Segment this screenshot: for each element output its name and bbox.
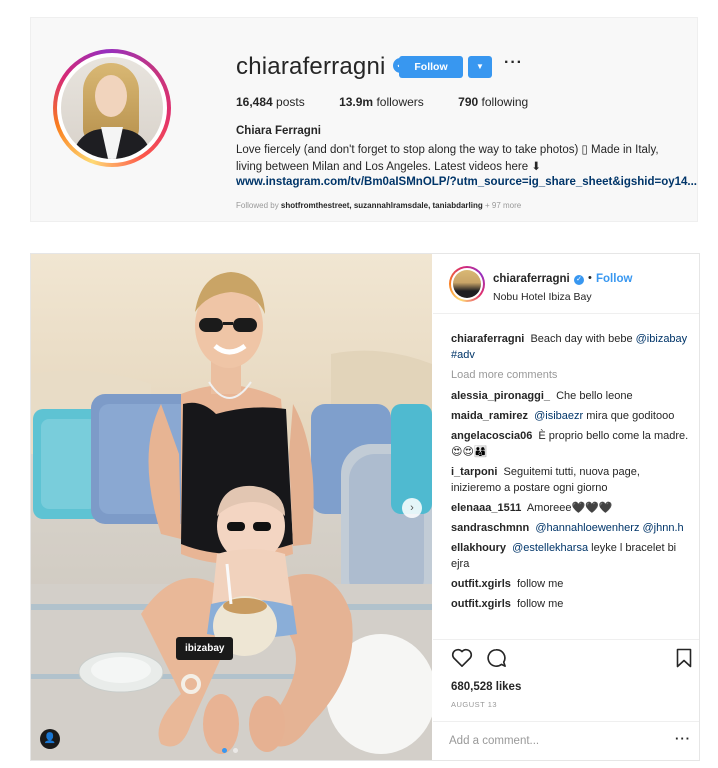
followers-stat[interactable]: 13.9m followers	[339, 95, 424, 109]
profile-link[interactable]: www.instagram.com/tv/Bm0aISMnOLP/?utm_so…	[236, 176, 697, 188]
verified-badge-icon: ✓	[574, 275, 584, 285]
comment-text: follow me	[516, 578, 564, 590]
load-more-comments-button[interactable]: Load more comments	[451, 367, 691, 383]
caption-mention[interactable]: @ibizabay	[636, 333, 688, 345]
add-comment-input[interactable]	[449, 731, 649, 751]
comment-text: mira que goditooo	[586, 410, 675, 422]
comment-item: maida_ramirez @isibaezr mira que goditoo…	[451, 408, 691, 424]
comment-text: Amoreee🖤🖤🖤	[526, 502, 613, 514]
comment-item: sandraschmnn @hannahloewenherz @jhnn.h	[451, 520, 691, 536]
user-tag-icon[interactable]: 👤	[40, 729, 60, 749]
followed-by-more[interactable]: + 97 more	[485, 201, 521, 210]
comment-text: follow me	[516, 598, 564, 610]
follow-button[interactable]: Follow	[399, 56, 463, 78]
caption-username[interactable]: chiaraferragni	[451, 333, 524, 345]
followed-by-users[interactable]: shotfromthestreet, suzannahlramsdale, ta…	[281, 201, 483, 210]
carousel-dot	[222, 748, 227, 753]
post-caption: chiaraferragni Beach day with bebe @ibiz…	[451, 331, 691, 363]
profile-photo	[61, 57, 163, 159]
caption-hashtag[interactable]: #adv	[451, 349, 475, 361]
comment-mention[interactable]: @estellekharsa	[512, 542, 588, 554]
comment-username[interactable]: sandraschmnn	[451, 522, 529, 534]
comment-username[interactable]: i_tarponi	[451, 466, 497, 478]
post-side-panel: chiaraferragni ✓ • Follow Nobu Hotel Ibi…	[433, 254, 699, 760]
post-more-options-button[interactable]: ···	[675, 731, 691, 746]
profile-header: chiaraferragni ✓ Follow ▼ ··· 16,484 pos…	[30, 17, 698, 222]
chevron-down-icon[interactable]: ▼	[468, 56, 492, 78]
comment-username[interactable]: angelacoscia06	[451, 430, 532, 442]
posts-stat: 16,484 posts	[236, 95, 305, 109]
post-photo-scene	[31, 254, 432, 760]
comment-username[interactable]: outfit.xgirls	[451, 598, 511, 610]
following-stat[interactable]: 790 following	[458, 95, 528, 109]
profile-bio: Love fiercely (and don't forget to stop …	[236, 144, 659, 173]
comment-icon[interactable]	[485, 648, 507, 668]
chevron-right-icon[interactable]: ›	[402, 498, 422, 518]
comment-username[interactable]: elenaaa_1511	[451, 502, 521, 514]
post-location[interactable]: Nobu Hotel Ibiza Bay	[493, 291, 592, 303]
post-date: AUGUST 13	[451, 700, 498, 709]
profile-full-name: Chiara Ferragni	[236, 125, 321, 137]
comment-text: Che bello leone	[556, 390, 633, 402]
caption-text: Beach day with bebe	[530, 333, 633, 345]
comment-item: elenaaa_1511 Amoreee🖤🖤🖤	[451, 500, 691, 516]
comment-username[interactable]: alessia_pironaggi_	[451, 390, 550, 402]
comment-item: i_tarponi Seguitemi tutti, nuova page, i…	[451, 464, 691, 496]
post-author-username[interactable]: chiaraferragni	[493, 273, 570, 285]
profile-username: chiaraferragni	[236, 53, 386, 80]
carousel-dot	[233, 748, 239, 753]
comment-username[interactable]: maida_ramirez	[451, 410, 528, 422]
comments-list[interactable]: chiaraferragni Beach day with bebe @ibiz…	[451, 331, 691, 635]
heart-icon[interactable]	[451, 648, 473, 668]
comment-item: angelacoscia06 È proprio bello come la m…	[451, 428, 691, 460]
more-options-button[interactable]: ···	[504, 54, 523, 72]
photo-tag-label[interactable]: ibizabay	[176, 637, 234, 660]
bookmark-icon[interactable]	[676, 648, 692, 668]
comment-item: outfit.xgirls follow me	[451, 596, 691, 612]
post-actions: 680,528 likes AUGUST 13 ···	[433, 639, 699, 759]
post-author-avatar[interactable]	[449, 266, 485, 302]
post-header: chiaraferragni ✓ • Follow Nobu Hotel Ibi…	[433, 254, 699, 314]
comment-item: alessia_pironaggi_ Che bello leone	[451, 388, 691, 404]
add-comment-section: ···	[433, 721, 699, 759]
comment-mention[interactable]: @hannahloewenherz @jhnn.h	[535, 522, 683, 534]
post-photo[interactable]: ibizabay › 👤	[31, 254, 432, 760]
likes-count[interactable]: 680,528 likes	[451, 681, 521, 693]
comment-mention[interactable]: @isibaezr	[534, 410, 583, 422]
post-card: ibizabay › 👤 chiaraferragni ✓ • Follow N…	[30, 253, 700, 761]
profile-avatar[interactable]	[53, 49, 171, 167]
comment-username[interactable]: outfit.xgirls	[451, 578, 511, 590]
profile-stats: 16,484 posts 13.9m followers 790 followi…	[236, 95, 559, 109]
comment-item: ellakhoury @estellekharsa leyke l bracel…	[451, 540, 691, 572]
followed-by-text: Followed by shotfromthestreet, suzannahl…	[236, 201, 522, 210]
comment-username[interactable]: ellakhoury	[451, 542, 506, 554]
separator-dot: •	[588, 272, 592, 284]
post-follow-button[interactable]: Follow	[596, 273, 632, 285]
comment-item: outfit.xgirls follow me	[451, 576, 691, 592]
carousel-dots	[221, 740, 239, 758]
